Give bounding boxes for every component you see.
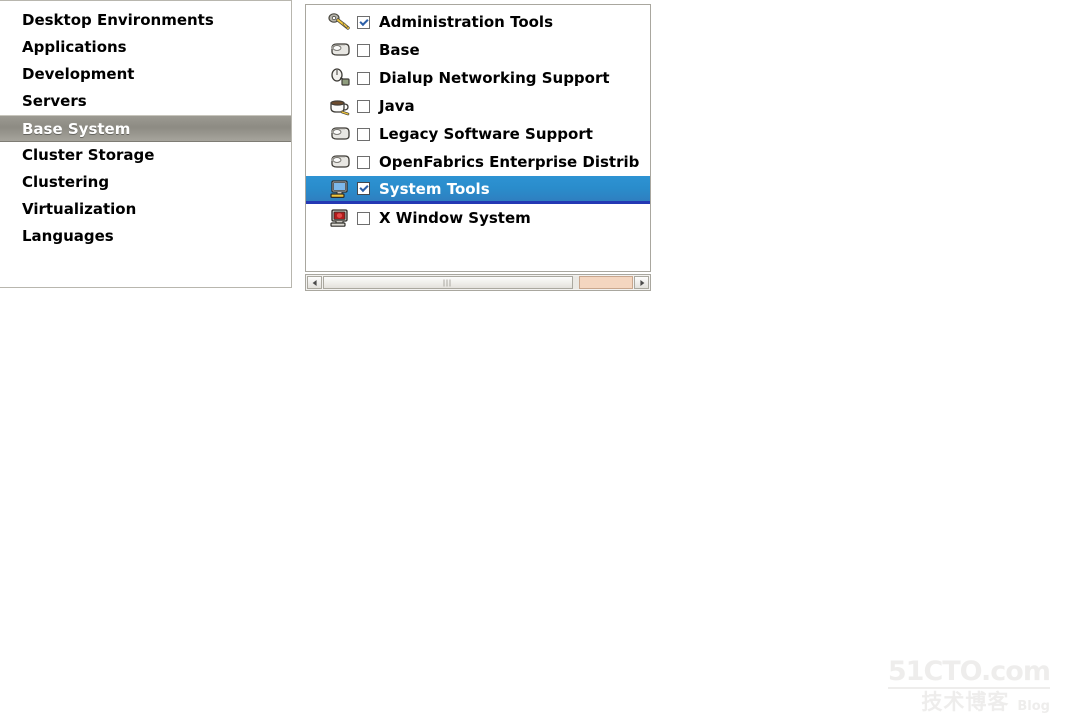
package-checkbox[interactable]	[357, 127, 370, 141]
package-label: Java	[379, 97, 415, 115]
scrollbar-track[interactable]	[323, 276, 633, 289]
mouse-icon	[328, 67, 354, 89]
scrollbar-hot-region[interactable]	[579, 276, 633, 289]
scroll-left-button[interactable]	[307, 276, 322, 289]
package-label: X Window System	[379, 209, 531, 227]
category-item[interactable]: Servers	[0, 88, 291, 115]
triangle-right-icon	[639, 279, 644, 286]
category-item[interactable]: Development	[0, 61, 291, 88]
category-item[interactable]: Languages	[0, 223, 291, 250]
category-item[interactable]: Cluster Storage	[0, 142, 291, 169]
watermark-divider	[887, 687, 1050, 689]
package-label: OpenFabrics Enterprise Distrib	[379, 153, 640, 171]
package-checkbox[interactable]	[357, 15, 370, 29]
category-item-label: Applications	[22, 38, 127, 56]
coffee-cup-icon	[328, 95, 354, 117]
watermark-blog: Blog	[1017, 699, 1050, 714]
package-row[interactable]: OpenFabrics Enterprise Distrib	[306, 148, 650, 176]
package-checkbox[interactable]	[357, 43, 370, 57]
category-item-label: Cluster Storage	[22, 146, 155, 164]
category-item-label: Desktop Environments	[22, 11, 214, 29]
category-item-label: Clustering	[22, 173, 110, 191]
package-panel: Administration Tools Base Dialup Networkin…	[305, 4, 651, 272]
category-item-label: Servers	[22, 92, 87, 110]
scroll-right-button[interactable]	[634, 276, 649, 289]
package-label: System Tools	[379, 179, 490, 198]
package-row[interactable]: Base	[306, 36, 650, 64]
package-label: Legacy Software Support	[379, 125, 593, 143]
watermark-subtitle: 技术博客 Blog	[888, 690, 1050, 714]
package-checkbox[interactable]	[357, 155, 370, 169]
package-checkbox[interactable]	[357, 99, 370, 113]
package-horizontal-scrollbar[interactable]	[305, 274, 651, 291]
package-disc-icon	[328, 123, 354, 145]
package-row[interactable]: Administration Tools	[306, 8, 650, 36]
package-checkbox[interactable]	[357, 211, 370, 225]
computer-icon	[328, 178, 354, 200]
triangle-left-icon	[312, 279, 317, 286]
scrollbar-thumb[interactable]	[323, 276, 573, 289]
category-item[interactable]: Desktop Environments	[0, 7, 291, 34]
package-row[interactable]: Java	[306, 92, 650, 120]
category-item[interactable]: Applications	[0, 34, 291, 61]
package-label: Administration Tools	[379, 13, 553, 31]
screen: Desktop Environments Applications Developm…	[0, 0, 1068, 723]
category-item[interactable]: Virtualization	[0, 196, 291, 223]
category-item[interactable]: Clustering	[0, 169, 291, 196]
watermark: 51CTO.com 技术博客 Blog	[887, 656, 1051, 714]
package-row[interactable]: System Tools	[306, 176, 650, 204]
package-label: Dialup Networking Support	[379, 69, 610, 87]
package-checkbox[interactable]	[357, 71, 370, 85]
monitor-red-icon	[328, 207, 354, 229]
package-disc-icon	[328, 39, 354, 61]
package-disc-icon	[328, 151, 354, 173]
category-item-label: Virtualization	[22, 200, 137, 218]
key-icon	[328, 11, 354, 33]
category-item[interactable]: Base System	[0, 115, 291, 142]
category-item-label: Base System	[22, 120, 131, 138]
package-row[interactable]: Dialup Networking Support	[306, 64, 650, 92]
grip-icon	[443, 279, 453, 286]
watermark-site: 51CTO.com	[887, 656, 1051, 687]
category-list: Desktop Environments Applications Developm…	[0, 7, 291, 250]
package-row[interactable]: X Window System	[306, 204, 650, 232]
category-panel: Desktop Environments Applications Developm…	[0, 0, 292, 288]
category-item-label: Languages	[22, 227, 114, 245]
package-list: Administration Tools Base Dialup Networkin…	[306, 8, 650, 232]
category-item-label: Development	[22, 65, 135, 83]
package-row[interactable]: Legacy Software Support	[306, 120, 650, 148]
watermark-chinese: 技术博客	[921, 690, 1010, 714]
package-checkbox[interactable]	[357, 182, 370, 195]
package-label: Base	[379, 41, 420, 59]
